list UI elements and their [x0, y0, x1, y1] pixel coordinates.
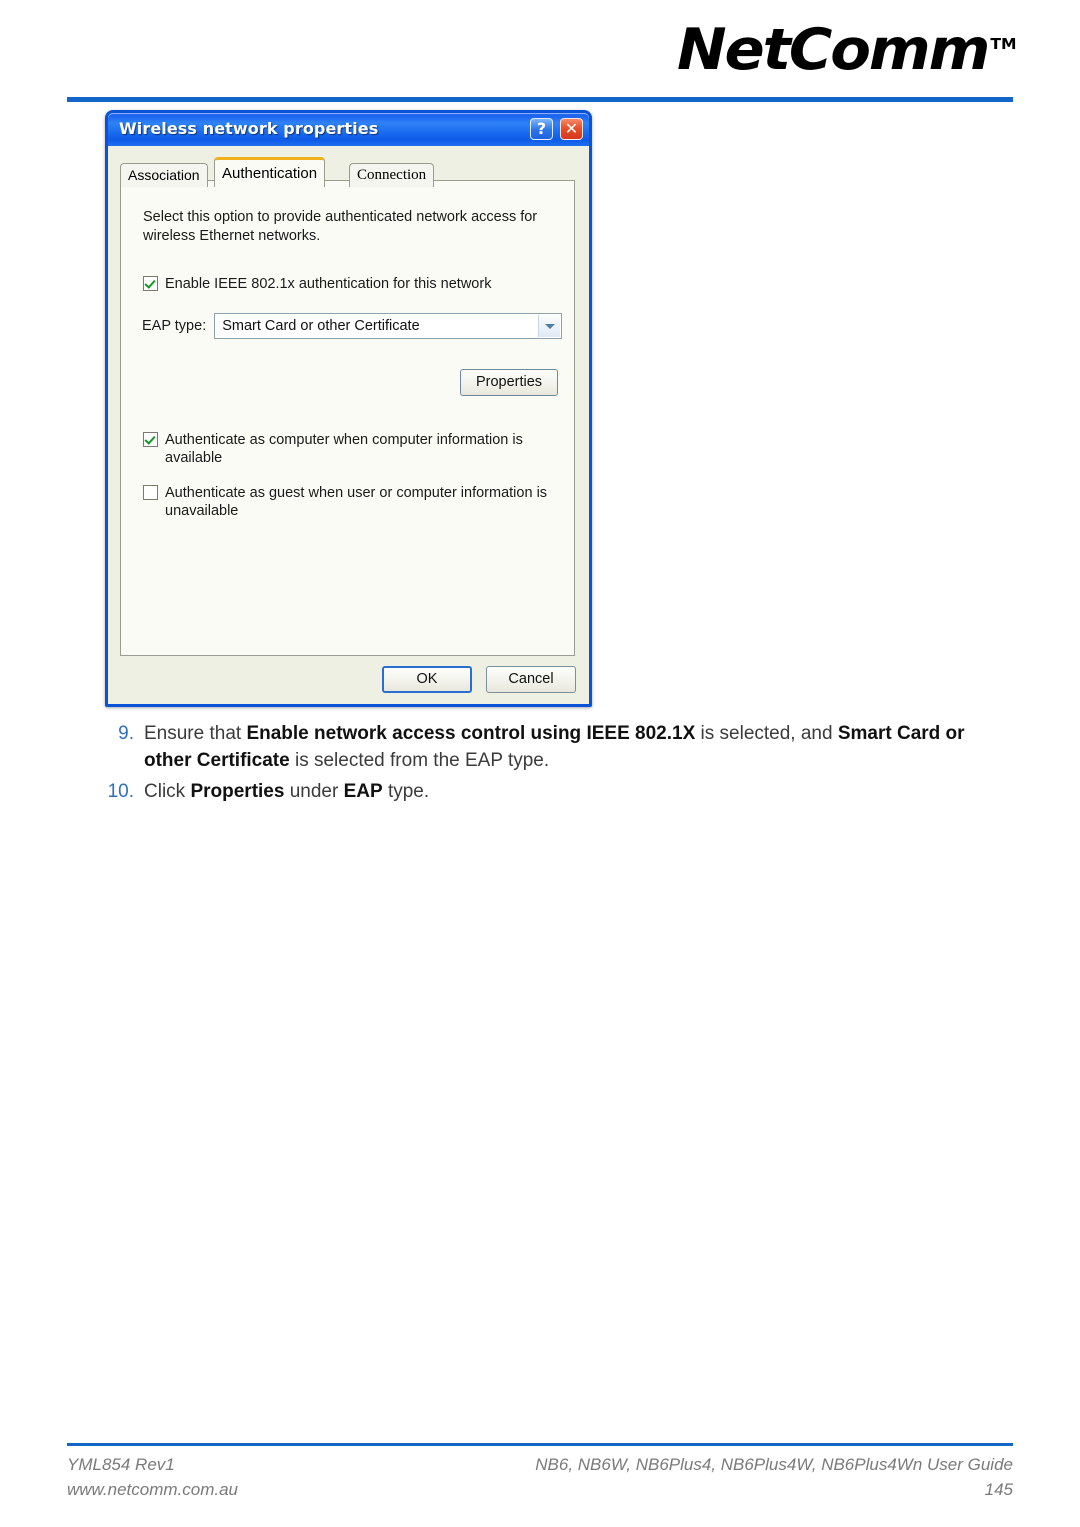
- footer-document-id: YML854 Rev1: [67, 1455, 175, 1474]
- enable-8021x-checkbox-row[interactable]: Enable IEEE 802.1x authentication for th…: [143, 275, 563, 293]
- tab-strip: Association Authentication Connection: [120, 157, 575, 187]
- header-divider-rule: [67, 97, 1013, 102]
- list-item: 9. Ensure that Enable network access con…: [100, 720, 1000, 774]
- checkbox-unchecked-icon[interactable]: [143, 485, 158, 500]
- dialog-title-bar: Wireless network properties ? ✕: [108, 113, 589, 146]
- chevron-down-icon[interactable]: [538, 315, 560, 337]
- tab-authentication[interactable]: Authentication: [214, 157, 326, 187]
- eap-type-label: EAP type:: [142, 318, 207, 334]
- netcomm-logo: NetComm TM: [677, 22, 1017, 79]
- list-item: 10. Click Properties under EAP type.: [100, 778, 1000, 805]
- footer-page-number: 145: [984, 1480, 1013, 1499]
- instruction-steps: 9. Ensure that Enable network access con…: [100, 720, 1000, 809]
- footer-website-url: www.netcomm.com.au: [67, 1480, 238, 1499]
- eap-type-select[interactable]: Smart Card or other Certificate: [214, 313, 562, 339]
- brand-name: NetComm: [677, 17, 990, 83]
- tab-connection[interactable]: Connection: [349, 163, 435, 187]
- checkbox-checked-icon[interactable]: [143, 432, 158, 447]
- wireless-network-properties-dialog: Wireless network properties ? ✕ Select t…: [105, 110, 592, 707]
- authenticate-as-guest-checkbox-row[interactable]: Authenticate as guest when user or compu…: [143, 484, 558, 520]
- dialog-title: Wireless network properties: [119, 119, 379, 138]
- step-text: Ensure that Enable network access contro…: [144, 723, 965, 771]
- footer-guide-title: NB6, NB6W, NB6Plus4, NB6Plus4W, NB6Plus4…: [535, 1455, 1013, 1474]
- page-footer: YML854 Rev1 www.netcomm.com.au NB6, NB6W…: [0, 1437, 1080, 1527]
- ok-button[interactable]: OK: [382, 666, 472, 693]
- panel-description: Select this option to provide authentica…: [143, 209, 538, 244]
- eap-type-selected-value: Smart Card or other Certificate: [222, 318, 420, 334]
- step-text: Click Properties under EAP type.: [144, 781, 430, 802]
- page-header: NetComm TM: [0, 0, 1080, 108]
- step-number: 10.: [107, 781, 134, 802]
- authenticate-as-computer-label: Authenticate as computer when computer i…: [165, 432, 523, 466]
- step-number: 9.: [118, 723, 134, 744]
- cancel-button[interactable]: Cancel: [486, 666, 576, 693]
- tab-association[interactable]: Association: [120, 163, 208, 187]
- close-icon[interactable]: ✕: [560, 118, 583, 140]
- properties-button[interactable]: Properties: [460, 369, 558, 396]
- authenticate-as-computer-checkbox-row[interactable]: Authenticate as computer when computer i…: [143, 431, 573, 467]
- trademark-symbol: TM: [990, 35, 1017, 53]
- authenticate-as-guest-label: Authenticate as guest when user or compu…: [165, 485, 548, 519]
- footer-divider-rule: [67, 1443, 1013, 1446]
- help-icon[interactable]: ?: [530, 118, 553, 140]
- eap-type-row: EAP type: Smart Card or other Certificat…: [142, 313, 562, 339]
- tab-panel: Select this option to provide authentica…: [120, 180, 575, 656]
- enable-8021x-label: Enable IEEE 802.1x authentication for th…: [165, 276, 492, 292]
- checkbox-checked-icon[interactable]: [143, 276, 158, 291]
